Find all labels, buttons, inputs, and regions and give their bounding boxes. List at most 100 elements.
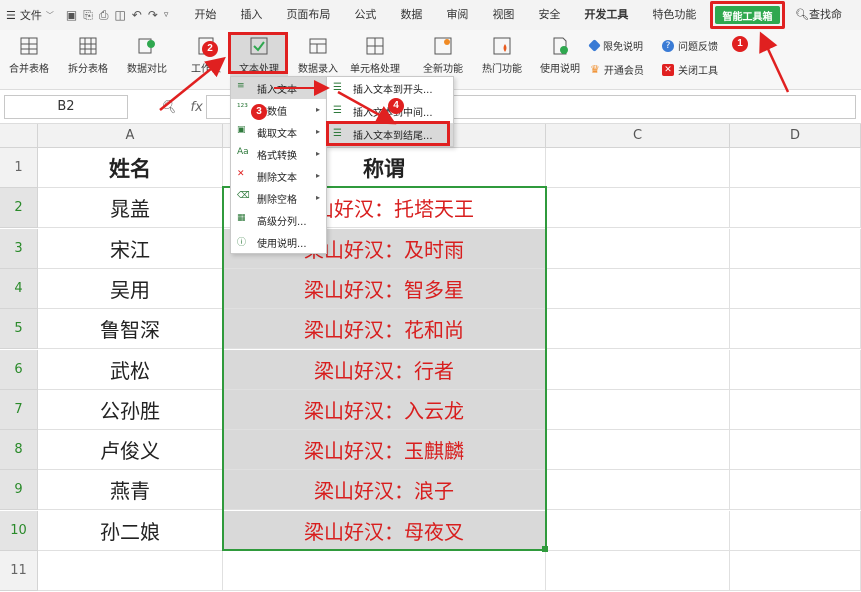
cell-a[interactable]: 武松 bbox=[38, 349, 223, 390]
zoom-icon[interactable]: 🔍︎ bbox=[160, 100, 177, 115]
row-header[interactable]: 9 bbox=[0, 470, 38, 511]
cell-empty[interactable] bbox=[546, 389, 730, 430]
tab-4[interactable]: 数据 bbox=[388, 0, 434, 30]
cell-empty[interactable] bbox=[730, 148, 861, 188]
text-menu-item[interactable]: ✕ 删除文本 ▸ bbox=[231, 165, 326, 187]
row-header[interactable]: 7 bbox=[0, 389, 38, 430]
cell-empty[interactable] bbox=[730, 470, 861, 511]
cell-empty[interactable] bbox=[546, 510, 730, 551]
row-header[interactable]: 4 bbox=[0, 268, 38, 309]
row-header[interactable]: 5 bbox=[0, 309, 38, 350]
usage-guide-button[interactable]: 使用说明 bbox=[531, 34, 589, 86]
cell-a[interactable] bbox=[38, 551, 223, 591]
open-membership-button[interactable]: ♛ 开通会员 bbox=[590, 62, 644, 77]
cell-empty[interactable] bbox=[730, 510, 861, 551]
row-header[interactable]: 8 bbox=[0, 430, 38, 471]
column-header-a[interactable]: A bbox=[38, 124, 223, 148]
cell-empty[interactable] bbox=[546, 430, 730, 471]
cell-b[interactable] bbox=[223, 551, 546, 591]
redo-icon[interactable]: ↷ bbox=[148, 8, 158, 22]
cell-a[interactable]: 卢俊义 bbox=[38, 430, 223, 471]
text-menu-item[interactable]: ≡ 插入文本 ▸ bbox=[231, 77, 326, 99]
cell-b[interactable]: 梁山好汉：母夜叉 bbox=[223, 510, 546, 551]
tab-6[interactable]: 视图 bbox=[480, 0, 526, 30]
tab-1[interactable]: 插入 bbox=[228, 0, 274, 30]
cell-b[interactable]: 梁山好汉：智多星 bbox=[223, 268, 546, 309]
tab-2[interactable]: 页面布局 bbox=[274, 0, 342, 30]
tab-9[interactable]: 特色功能 bbox=[640, 0, 708, 30]
row-header[interactable]: 10 bbox=[0, 510, 38, 551]
hot-features-button[interactable]: 热门功能 bbox=[473, 34, 531, 86]
file-menu[interactable]: ☰ 文件 ﹀ bbox=[0, 0, 60, 30]
cell-b[interactable]: 梁山好汉：行者 bbox=[223, 349, 546, 390]
cell-a[interactable]: 鲁智深 bbox=[38, 309, 223, 350]
tab-8[interactable]: 开发工具 bbox=[572, 0, 640, 30]
row-header[interactable]: 2 bbox=[0, 188, 38, 229]
cell-empty[interactable] bbox=[546, 349, 730, 390]
cell-a[interactable]: 公孙胜 bbox=[38, 389, 223, 430]
row-header[interactable]: 1 bbox=[0, 148, 38, 188]
text-menu-item[interactable]: ⓘ 使用说明... bbox=[231, 231, 326, 253]
fill-handle[interactable] bbox=[542, 546, 548, 552]
save-icon[interactable]: ▣ bbox=[66, 8, 77, 22]
cell-empty[interactable] bbox=[546, 268, 730, 309]
cell-empty[interactable] bbox=[730, 551, 861, 591]
undo-icon[interactable]: ↶ bbox=[132, 8, 142, 22]
name-box[interactable]: B2 bbox=[4, 95, 128, 119]
cell-empty[interactable] bbox=[730, 349, 861, 390]
cell-empty[interactable] bbox=[730, 389, 861, 430]
export-icon[interactable]: ⎘ bbox=[83, 8, 93, 23]
submenu-item-3[interactable]: ☰ 插入文本到结尾... bbox=[327, 123, 453, 146]
cell-empty[interactable] bbox=[730, 430, 861, 471]
cell-b[interactable]: 梁山好汉：花和尚 bbox=[223, 309, 546, 350]
cell-a[interactable]: 姓名 bbox=[38, 148, 223, 188]
feedback-button[interactable]: ? 问题反馈 bbox=[662, 38, 718, 53]
row-header[interactable]: 3 bbox=[0, 228, 38, 269]
select-all-corner[interactable] bbox=[0, 124, 38, 148]
column-header-c[interactable]: C bbox=[546, 124, 730, 148]
text-menu-item[interactable]: ▦ 高级分列... bbox=[231, 209, 326, 231]
cell-a[interactable]: 燕青 bbox=[38, 470, 223, 511]
row-header[interactable]: 11 bbox=[0, 551, 38, 591]
preview-icon[interactable]: ◫ bbox=[114, 8, 125, 22]
close-tool-button[interactable]: ✕ 关闭工具 bbox=[662, 62, 718, 77]
cell-empty[interactable] bbox=[546, 148, 730, 188]
cell-empty[interactable] bbox=[546, 188, 730, 229]
submenu-item-1[interactable]: ☰ 插入文本到开头... bbox=[327, 77, 453, 100]
cell-empty[interactable] bbox=[730, 309, 861, 350]
text-menu-item[interactable]: ▣ 截取文本 ▸ bbox=[231, 121, 326, 143]
cell-a[interactable]: 孙二娘 bbox=[38, 510, 223, 551]
cell-a[interactable]: 宋江 bbox=[38, 228, 223, 269]
tab-3[interactable]: 公式 bbox=[342, 0, 388, 30]
cell-empty[interactable] bbox=[730, 188, 861, 229]
text-menu-item[interactable]: ¹²³ 空数值 ▸ bbox=[231, 99, 326, 121]
cell-b[interactable]: 梁山好汉：浪子 bbox=[223, 470, 546, 511]
cell-a[interactable]: 吴用 bbox=[38, 268, 223, 309]
cell-empty[interactable] bbox=[546, 228, 730, 269]
more-icon[interactable]: ▿ bbox=[164, 10, 169, 20]
tab-5[interactable]: 审阅 bbox=[434, 0, 480, 30]
cell-b[interactable]: 梁山好汉：入云龙 bbox=[223, 389, 546, 430]
split-table-button[interactable]: 拆分表格 bbox=[59, 34, 117, 86]
cell-empty[interactable] bbox=[546, 470, 730, 511]
cell-empty[interactable] bbox=[546, 551, 730, 591]
cell-a[interactable]: 晁盖 bbox=[38, 188, 223, 229]
search-command[interactable]: 🔍︎查找命令、 bbox=[795, 0, 861, 51]
tab-7[interactable]: 安全 bbox=[526, 0, 572, 30]
data-compare-label: 数据对比 bbox=[127, 64, 167, 75]
data-compare-button[interactable]: 数据对比 bbox=[118, 34, 176, 86]
row-header[interactable]: 6 bbox=[0, 349, 38, 390]
merge-tables-button[interactable]: 合并表格 bbox=[0, 34, 58, 86]
cell-empty[interactable] bbox=[730, 228, 861, 269]
print-icon[interactable]: ⎙ bbox=[99, 8, 109, 23]
cell-empty[interactable] bbox=[730, 268, 861, 309]
tab-0[interactable]: 开始 bbox=[182, 0, 228, 30]
fx-icon[interactable]: fx bbox=[191, 100, 203, 115]
tab-smart-toolbox[interactable]: 智能工具箱 bbox=[715, 6, 780, 24]
cell-b[interactable]: 梁山好汉：玉麒麟 bbox=[223, 430, 546, 471]
text-menu-item[interactable]: Aa 格式转换 ▸ bbox=[231, 143, 326, 165]
text-menu-item[interactable]: ⌫ 删除空格 ▸ bbox=[231, 187, 326, 209]
column-header-d[interactable]: D bbox=[730, 124, 861, 148]
cell-empty[interactable] bbox=[546, 309, 730, 350]
free-trial-note-button[interactable]: 限免说明 bbox=[588, 38, 643, 53]
